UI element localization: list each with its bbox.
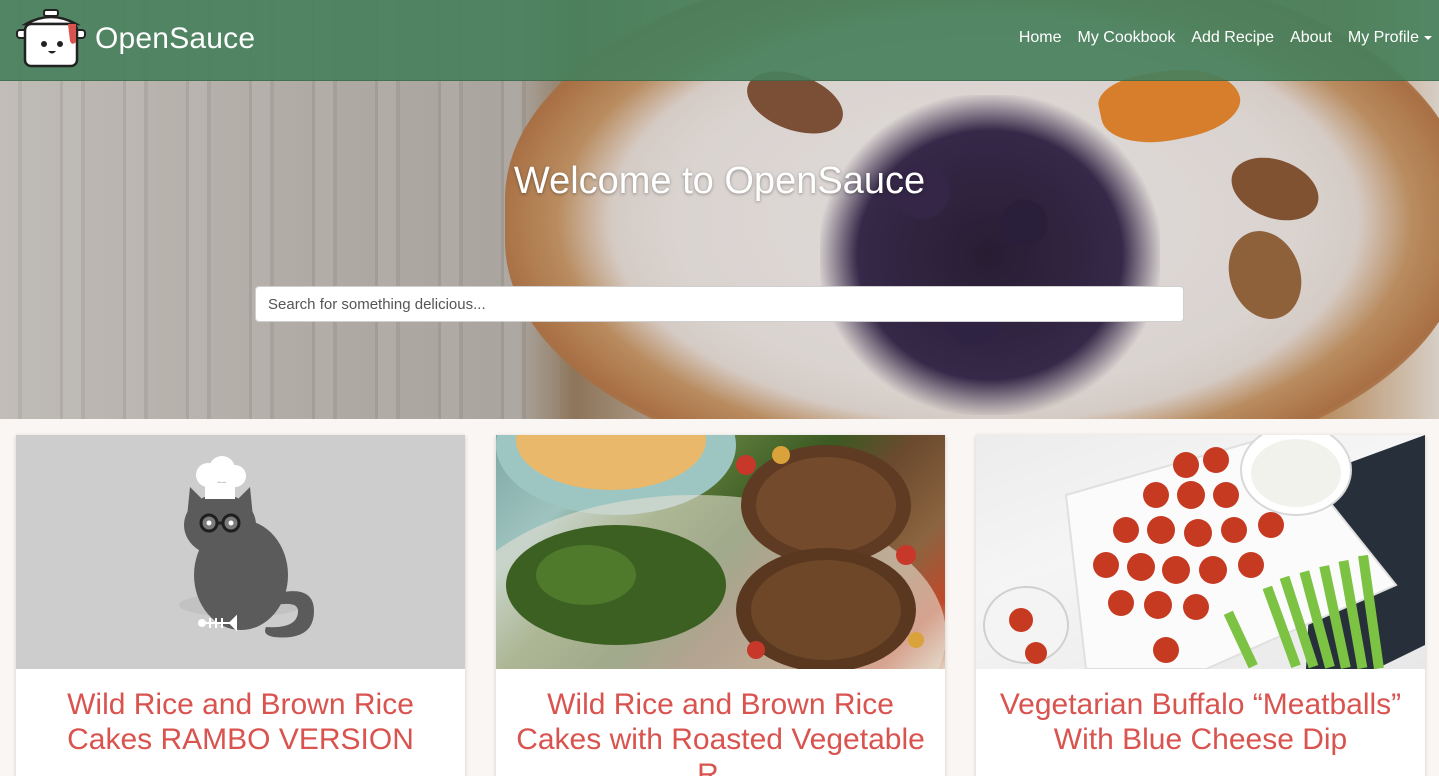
pot-logo-icon <box>16 9 86 68</box>
recipe-card[interactable]: Wild Rice and Brown Rice Cakes RAMBO VER… <box>16 435 465 776</box>
recipe-card[interactable]: Vegetarian Buffalo “Meatballs” With Blue… <box>976 435 1425 776</box>
nav-about[interactable]: About <box>1290 29 1332 47</box>
hero-title: Welcome to OpenSauce <box>513 160 926 202</box>
nav-my-cookbook[interactable]: My Cookbook <box>1078 29 1176 47</box>
search-input[interactable] <box>255 286 1184 322</box>
nav-add-recipe[interactable]: Add Recipe <box>1191 29 1274 47</box>
page: Welcome to OpenSauce Search for somethin… <box>0 0 1439 776</box>
nav-home[interactable]: Home <box>1019 29 1062 47</box>
rice-cakes-photo <box>496 435 945 669</box>
recipe-card[interactable]: Wild Rice and Brown Rice Cakes with Roas… <box>496 435 945 776</box>
recipe-title-link[interactable]: Vegetarian Buffalo “Meatballs” With Blue… <box>976 669 1425 757</box>
brand-name: OpenSauce <box>95 22 256 55</box>
recipe-title-link[interactable]: Wild Rice and Brown Rice Cakes RAMBO VER… <box>16 669 465 757</box>
recipe-title-link[interactable]: Wild Rice and Brown Rice Cakes with Roas… <box>496 669 945 776</box>
recipe-image[interactable] <box>976 435 1425 669</box>
buffalo-meatballs-photo <box>983 435 1425 669</box>
chef-cat-icon <box>179 456 314 638</box>
navbar: OpenSauce Home My Cookbook Add Recipe Ab… <box>0 0 1439 81</box>
nav-my-profile-label: My Profile <box>1347 29 1419 46</box>
recipe-image-placeholder[interactable] <box>16 435 465 669</box>
brand-home-link[interactable]: OpenSauce <box>16 8 255 70</box>
recipe-grid: Wild Rice and Brown Rice Cakes RAMBO VER… <box>16 435 1425 776</box>
caret-down-icon <box>1424 36 1432 40</box>
recipe-image[interactable] <box>496 435 945 669</box>
main-nav: Home My Cookbook Add Recipe About My Pro… <box>1019 29 1432 47</box>
nav-my-profile-dropdown[interactable]: My Profile <box>1348 29 1432 47</box>
